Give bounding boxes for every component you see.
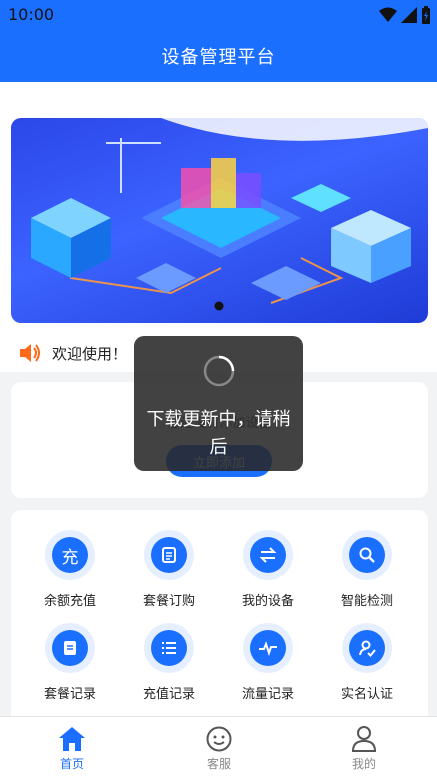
loading-toast: 下载更新中，请稍后 [134,336,303,471]
menu-item-traffic-records[interactable]: 流量记录 [218,623,318,703]
menu-item-label: 余额充值 [43,594,96,609]
page-title: 设备管理平台 [161,47,276,68]
recharge-icon: 充 [52,537,88,573]
user-check-icon [349,630,385,666]
menu-item-recharge-records[interactable]: 充值记录 [119,623,219,703]
wifi-icon [379,7,397,22]
speaker-icon [20,344,40,362]
tab-label: 客服 [206,757,231,771]
home-icon [59,727,85,751]
menu-item-package-records[interactable]: 套餐记录 [20,623,120,703]
carousel-indicator-dot[interactable] [214,301,224,311]
tab-customer-service[interactable]: 客服 [179,723,259,772]
app-header: 设备管理平台 [0,30,437,82]
tab-label: 我的 [351,757,376,771]
pulse-icon [250,630,286,666]
search-icon [349,537,385,573]
tab-label: 首页 [59,757,84,771]
menu-item-recharge[interactable]: 充 余额充值 [20,530,120,610]
record-icon [52,630,88,666]
notice-bar: 欢迎使用！ [18,340,127,366]
chat-face-icon [206,726,232,752]
menu-item-real-name-auth[interactable]: 实名认证 [317,623,417,703]
menu-item-label: 套餐订购 [142,594,195,609]
menu-item-my-devices[interactable]: 我的设备 [218,530,318,610]
status-time: 10:00 [8,5,55,24]
status-icons [379,6,431,24]
menu-item-label: 我的设备 [241,594,294,609]
tab-profile[interactable]: 我的 [324,723,404,772]
menu-item-smart-detect[interactable]: 智能检测 [317,530,417,610]
function-grid: 充 余额充值 套餐订购 我的设备 智能检测 套餐记录 充值记录 流量记录 实名认… [11,510,428,716]
menu-item-package-order[interactable]: 套餐订购 [119,530,219,610]
battery-icon [422,6,430,24]
menu-item-label: 套餐记录 [43,687,96,702]
bottom-tab-bar: 首页 客服 我的 [0,716,437,778]
banner-illustration [31,118,428,304]
banner-carousel[interactable] [11,118,428,323]
status-bar: 10:00 [0,0,437,30]
toast-message: 下载更新中，请稍后 [146,409,291,458]
tab-home[interactable]: 首页 [32,723,112,772]
menu-item-label: 实名认证 [340,687,393,702]
menu-item-label: 充值记录 [142,687,195,702]
swap-icon [250,537,286,573]
menu-item-label: 流量记录 [241,687,294,702]
list-icon [151,630,187,666]
user-icon [351,726,377,752]
menu-item-label: 智能检测 [340,594,393,609]
notice-text: 欢迎使用！ [52,344,128,363]
order-icon [151,537,187,573]
signal-icon [401,7,417,23]
loading-spinner-icon [203,355,234,387]
